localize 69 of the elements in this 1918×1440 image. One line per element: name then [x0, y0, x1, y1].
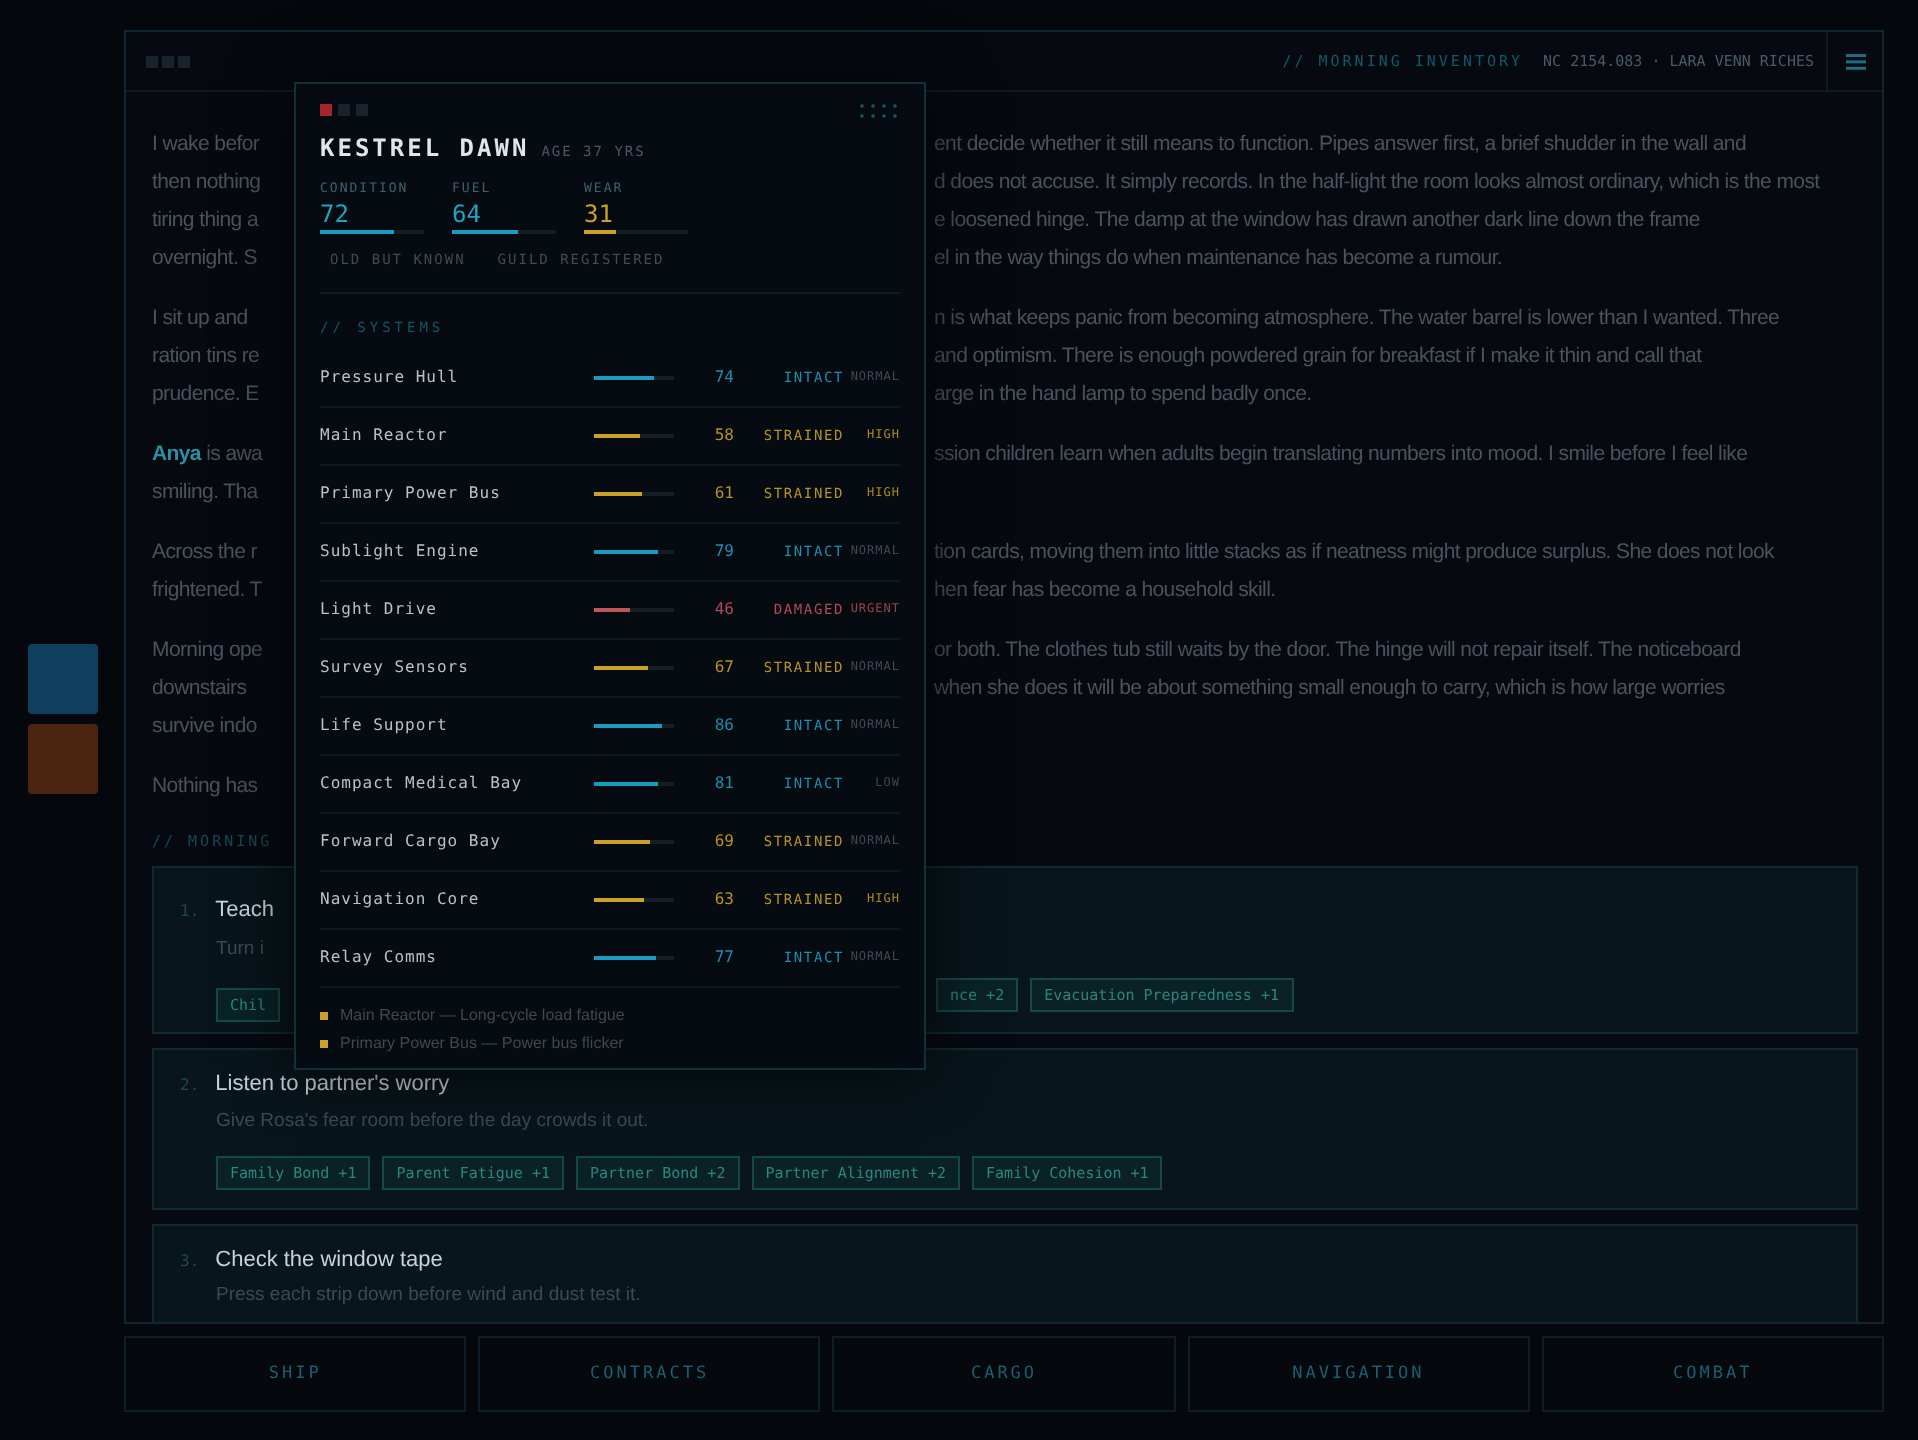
- task-title: Teach: [215, 896, 274, 926]
- system-name: Navigation Core: [320, 887, 482, 912]
- system-name: Survey Sensors: [320, 655, 471, 680]
- paragraph-text: downstairs: [152, 673, 247, 704]
- bullet-icon: [320, 1011, 328, 1020]
- paragraph-text: el in the way things do when maintenance has become a rumour.: [934, 243, 1503, 274]
- paragraph-text: arge in the hand lamp to spend badly once.: [934, 379, 1312, 410]
- system-name: Forward Cargo Bay: [320, 829, 503, 854]
- nav-tab[interactable]: COMBAT: [1541, 1336, 1885, 1412]
- paragraph-text: n is what keeps panic from becoming atmosphere. The water barrel is lower than I wanted. Three: [934, 303, 1780, 334]
- paragraph-text: tion cards, moving them into little stacks as if neatness might produce surplus. She does not look: [934, 537, 1774, 568]
- system-name: Sublight Engine: [320, 539, 482, 564]
- system-value: 58: [712, 423, 734, 448]
- system-note: Main Reactor — Long-cycle load fatigue: [340, 1003, 625, 1028]
- paragraph-text: Nothing has: [152, 771, 258, 802]
- system-value: 86: [712, 713, 734, 738]
- system-value: 63: [712, 887, 734, 912]
- paragraph-text: ent decide whether it still means to function. Pipes answer first, a brief shudder in the wall and: [934, 129, 1746, 160]
- nav-tab[interactable]: SHIP: [124, 1336, 467, 1412]
- paragraph-text: smiling. Tha: [152, 477, 258, 508]
- paragraph-text: prudence. E: [152, 379, 259, 410]
- paragraph-text: Across the r: [152, 537, 257, 568]
- paragraph-text: and optimism. There is enough powdered grain for breakfast if I make it thin and call that: [934, 341, 1702, 372]
- paragraph-text: d does not accuse. It simply records. In the half-light the room looks almost ordinary, which is the most: [934, 167, 1820, 198]
- stat-value: 72: [320, 199, 351, 228]
- photo-placeholder[interactable]: [28, 644, 98, 714]
- system-name: Relay Comms: [320, 945, 439, 970]
- system-value: 61: [712, 481, 734, 506]
- system-value: 69: [712, 829, 734, 854]
- system-name: Light Drive: [320, 597, 439, 622]
- system-value: 67: [712, 655, 734, 680]
- paragraph-text: is awa: [204, 439, 263, 470]
- menu-icon: [1845, 53, 1865, 69]
- stat-value: 64: [452, 199, 483, 228]
- task-title: Listen to partner's worry: [215, 1070, 450, 1100]
- paragraph-text: hen fear has become a household skill.: [934, 575, 1276, 606]
- ship-name: KESTREL DAWN: [320, 132, 530, 166]
- character-name: Anya: [152, 439, 201, 470]
- system-name: Compact Medical Bay: [320, 771, 525, 796]
- paragraph-text: tiring thing a: [152, 205, 259, 236]
- system-name: Primary Power Bus: [320, 481, 503, 506]
- paragraph-text: I sit up and: [152, 303, 248, 334]
- paragraph-text: survive indo: [152, 711, 257, 742]
- paragraph-text: frightened. T: [152, 575, 262, 606]
- bullet-icon: [320, 1039, 328, 1048]
- paragraph-text: ration tins re: [152, 341, 260, 372]
- system-name: Main Reactor: [320, 423, 450, 448]
- nav-tab[interactable]: CONTRACTS: [478, 1336, 821, 1412]
- stat-value: 31: [584, 199, 615, 228]
- paragraph-text: or both. The clothes tub still waits by the door. The hinge will not repair itself. The noticeboard: [934, 635, 1741, 666]
- paragraph-text: I wake befor: [152, 129, 260, 160]
- paragraph-text: then nothing: [152, 167, 261, 198]
- paragraph-text: overnight. S: [152, 243, 257, 274]
- photo-placeholder[interactable]: [28, 724, 98, 794]
- system-name: Life Support: [320, 713, 450, 738]
- dot-grid-icon: [860, 103, 900, 117]
- system-value: 81: [712, 771, 734, 796]
- paragraph-text: Morning ope: [152, 635, 263, 666]
- system-value: 77: [712, 945, 734, 970]
- paragraph-text: e loosened hinge. The damp at the window has drawn another dark line down the frame: [934, 205, 1700, 236]
- paragraph-text: ssion children learn when adults begin translating numbers into mood. I smile before I feel like: [934, 439, 1748, 470]
- nav-tab[interactable]: CARGO: [832, 1336, 1176, 1412]
- task-title: Check the window tape: [215, 1245, 443, 1276]
- system-value: 46: [712, 597, 734, 622]
- system-value: 79: [712, 539, 734, 564]
- nav-tab[interactable]: NAVIGATION: [1187, 1336, 1530, 1412]
- system-name: Pressure Hull: [320, 365, 461, 390]
- paragraph-text: when she does it will be about something small enough to carry, which is how large worries: [934, 673, 1725, 704]
- system-value: 74: [712, 365, 734, 390]
